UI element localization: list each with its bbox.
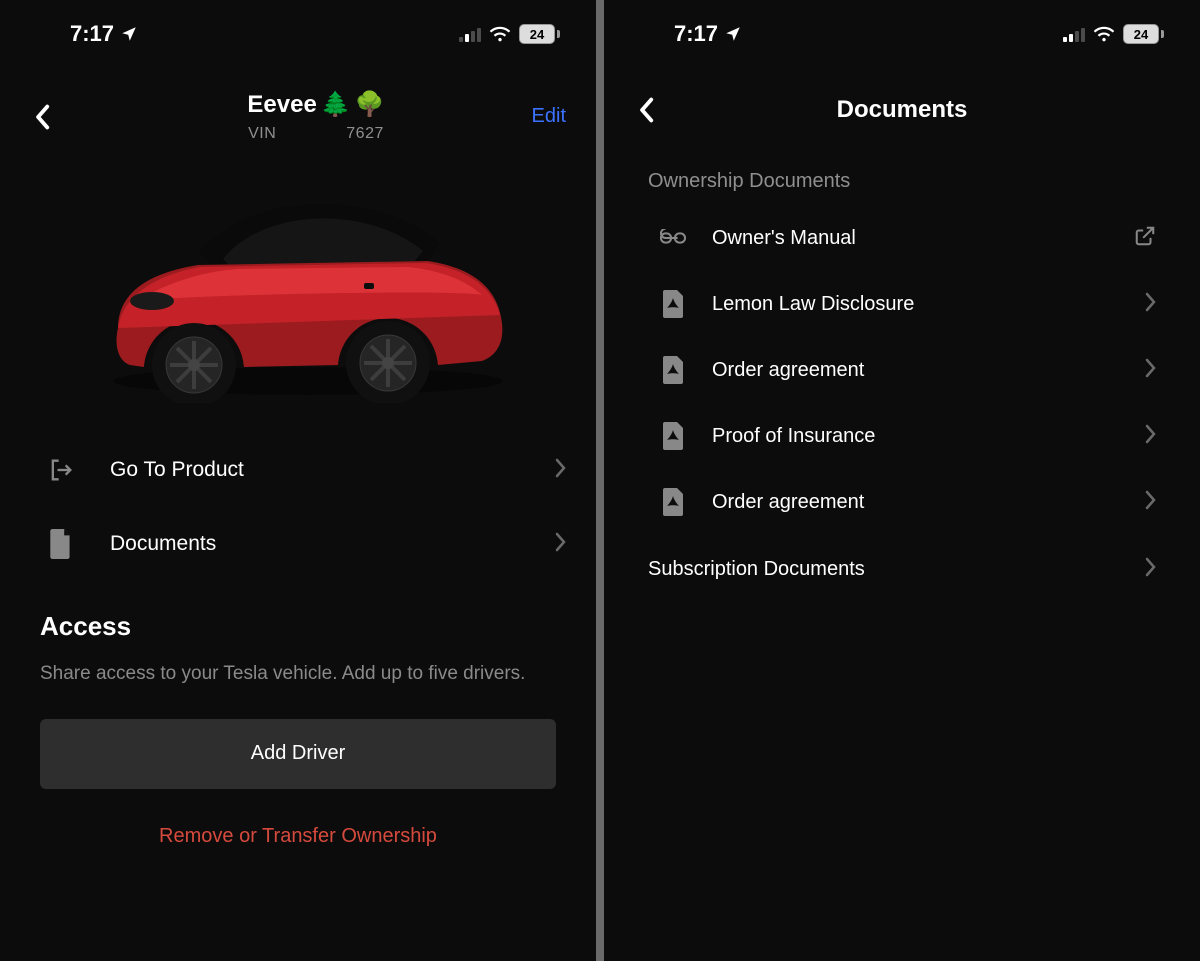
document-icon xyxy=(46,529,76,559)
chevron-right-icon xyxy=(554,458,566,483)
row-label: Subscription Documents xyxy=(648,558,1124,581)
doc-label: Order agreement xyxy=(712,491,1118,514)
doc-row-owners-manual[interactable]: Owner's Manual xyxy=(604,205,1200,271)
status-bar: 7:17 24 xyxy=(0,0,596,60)
documents-row[interactable]: Documents xyxy=(0,507,596,581)
row-label: Go To Product xyxy=(110,458,520,482)
vehicle-name: Eevee 🌲 🌳 xyxy=(247,90,384,119)
location-icon xyxy=(120,25,138,43)
chevron-right-icon xyxy=(1144,424,1156,449)
vehicle-detail-screen: 7:17 24 Eevee 🌲 🌳 VIN 7627 xyxy=(0,0,596,961)
header: Eevee 🌲 🌳 VIN 7627 Edit xyxy=(0,60,596,153)
vehicle-image xyxy=(0,153,596,433)
wifi-icon xyxy=(489,25,511,43)
header: Documents xyxy=(604,60,1200,140)
tree-emoji-icon: 🌳 xyxy=(355,90,385,119)
link-icon xyxy=(660,223,686,253)
access-heading: Access xyxy=(0,581,596,652)
doc-row-lemon-law[interactable]: Lemon Law Disclosure xyxy=(604,271,1200,337)
status-time: 7:17 xyxy=(674,21,718,47)
exit-icon xyxy=(46,455,76,485)
tree-emoji-icon: 🌲 xyxy=(321,90,351,119)
add-driver-button[interactable]: Add Driver xyxy=(40,719,556,789)
doc-label: Proof of Insurance xyxy=(712,425,1118,448)
cellular-icon xyxy=(459,26,481,42)
row-label: Documents xyxy=(110,532,520,556)
chevron-right-icon xyxy=(1144,490,1156,515)
chevron-right-icon xyxy=(1144,358,1156,383)
pdf-icon xyxy=(660,355,686,385)
edit-button[interactable]: Edit xyxy=(532,105,566,128)
battery-icon: 24 xyxy=(1123,24,1164,44)
doc-label: Lemon Law Disclosure xyxy=(712,293,1118,316)
ownership-documents-heading: Ownership Documents xyxy=(604,140,1200,205)
remove-transfer-ownership-link[interactable]: Remove or Transfer Ownership xyxy=(0,795,596,878)
doc-row-proof-of-insurance[interactable]: Proof of Insurance xyxy=(604,403,1200,469)
doc-label: Owner's Manual xyxy=(712,227,1108,250)
status-bar: 7:17 24 xyxy=(604,0,1200,60)
vin-label: VIN xyxy=(248,125,276,143)
doc-row-order-agreement[interactable]: Order agreement xyxy=(604,469,1200,535)
location-icon xyxy=(724,25,742,43)
cellular-icon xyxy=(1063,26,1085,42)
external-link-icon xyxy=(1134,225,1156,252)
back-button[interactable] xyxy=(628,92,664,128)
back-button[interactable] xyxy=(24,99,60,135)
wifi-icon xyxy=(1093,25,1115,43)
documents-screen: 7:17 24 Documents Ownership Documents Ow… xyxy=(604,0,1200,961)
chevron-right-icon xyxy=(554,532,566,557)
doc-row-order-agreement[interactable]: Order agreement xyxy=(604,337,1200,403)
pdf-icon xyxy=(660,289,686,319)
pdf-icon xyxy=(660,421,686,451)
subscription-documents-row[interactable]: Subscription Documents xyxy=(604,535,1200,604)
access-subtext: Share access to your Tesla vehicle. Add … xyxy=(0,652,596,713)
go-to-product-row[interactable]: Go To Product xyxy=(0,433,596,507)
vin-tail: 7627 xyxy=(346,125,384,143)
doc-label: Order agreement xyxy=(712,359,1118,382)
chevron-right-icon xyxy=(1144,557,1156,582)
pdf-icon xyxy=(660,487,686,517)
chevron-right-icon xyxy=(1144,292,1156,317)
battery-icon: 24 xyxy=(519,24,560,44)
status-time: 7:17 xyxy=(70,21,114,47)
page-title: Documents xyxy=(664,96,1176,124)
